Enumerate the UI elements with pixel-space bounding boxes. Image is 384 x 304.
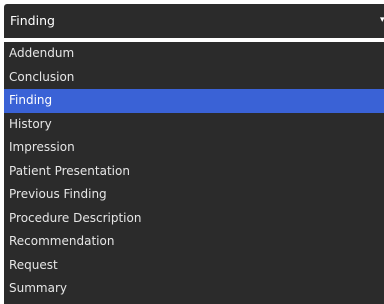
option-addendum[interactable]: Addendum <box>4 42 384 66</box>
option-history[interactable]: History <box>4 113 384 137</box>
option-previous-finding[interactable]: Previous Finding <box>4 183 384 207</box>
option-finding[interactable]: Finding <box>4 89 384 113</box>
option-procedure-description[interactable]: Procedure Description <box>4 207 384 231</box>
option-request[interactable]: Request <box>4 254 384 278</box>
chevron-down-icon[interactable]: ▾ <box>380 16 384 24</box>
option-summary[interactable]: Summary <box>4 277 384 301</box>
option-patient-presentation[interactable]: Patient Presentation <box>4 160 384 184</box>
dropdown-options-list: Addendum Conclusion Finding History Impr… <box>4 42 384 304</box>
section-type-select[interactable]: Finding ▾ <box>4 4 384 38</box>
selected-value: Finding <box>10 13 55 28</box>
option-recommendation[interactable]: Recommendation <box>4 230 384 254</box>
option-conclusion[interactable]: Conclusion <box>4 66 384 90</box>
section-type-dropdown: Finding ▾ Addendum Conclusion Finding Hi… <box>0 0 384 304</box>
option-impression[interactable]: Impression <box>4 136 384 160</box>
